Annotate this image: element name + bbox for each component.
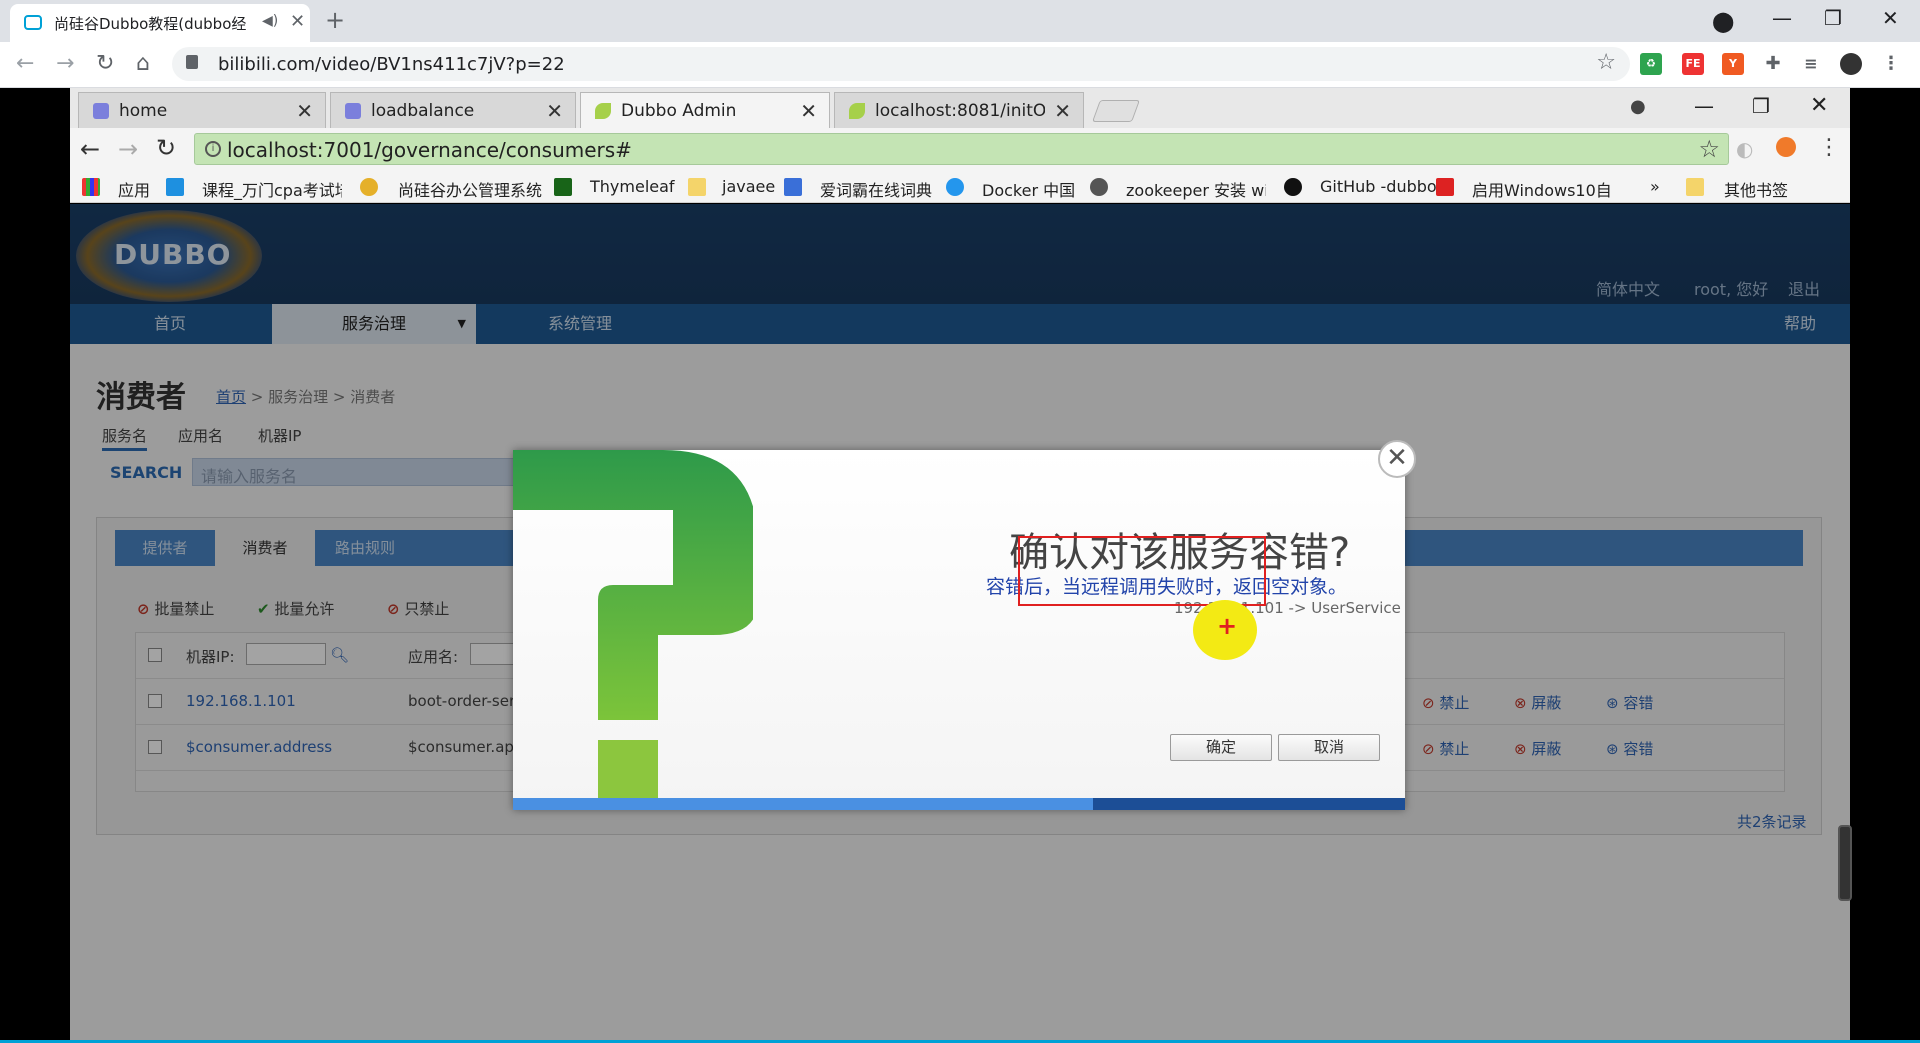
extension-recycle-icon[interactable]: ♻ bbox=[1640, 53, 1662, 75]
bookmarks-bar: 应用 课程_万门cpa考试培 尚硅谷办公管理系统 Thymeleaf javae… bbox=[70, 170, 1850, 203]
dialog-progress-fill bbox=[513, 798, 1093, 810]
bookmark-item[interactable]: 启用Windows10自 bbox=[1472, 177, 1612, 201]
folder-icon bbox=[1686, 178, 1704, 196]
extension-orange-icon[interactable] bbox=[1776, 137, 1796, 157]
bilibili-icon bbox=[24, 15, 42, 30]
inner-tab-label: loadbalance bbox=[371, 101, 475, 121]
cursor-highlight: + bbox=[1193, 600, 1257, 660]
extensions-puzzle-icon[interactable]: ✚ bbox=[1762, 53, 1784, 75]
tab-favicon-icon bbox=[345, 103, 361, 119]
audio-icon[interactable]: ◀) bbox=[262, 13, 278, 29]
dialog-close-button[interactable]: ✕ bbox=[1378, 440, 1416, 478]
forward-icon[interactable]: → bbox=[56, 51, 74, 76]
menu-kebab-icon[interactable]: ⋮ bbox=[1818, 135, 1840, 160]
inner-tab-loadbalance[interactable]: loadbalance ✕ bbox=[330, 92, 576, 128]
bookmark-favicon-icon bbox=[1090, 178, 1108, 196]
bookmark-favicon-icon bbox=[360, 178, 378, 196]
close-tab-icon[interactable]: ✕ bbox=[800, 99, 817, 123]
bookmark-item[interactable]: zookeeper 安装 wir bbox=[1126, 177, 1266, 201]
inner-tab-label: home bbox=[119, 101, 168, 121]
inner-tab-label: Dubbo Admin bbox=[621, 101, 737, 121]
inner-tab-dubbo-admin[interactable]: Dubbo Admin ✕ bbox=[580, 92, 830, 128]
reload-icon[interactable]: ↻ bbox=[96, 51, 114, 76]
bookmark-item[interactable]: Thymeleaf bbox=[590, 177, 675, 196]
bookmark-star-icon[interactable]: ☆ bbox=[1698, 135, 1720, 163]
github-icon bbox=[1284, 178, 1302, 196]
apps-grid-icon bbox=[82, 178, 100, 196]
outer-tab-bar: 尚硅谷Dubbo教程(dubbo经 ◀) ✕ + ⬤ — ❐ ✕ bbox=[0, 0, 1920, 42]
crosshair-icon: + bbox=[1217, 612, 1238, 640]
bookmark-favicon-icon bbox=[1436, 178, 1454, 196]
bookmark-favicon-icon bbox=[784, 178, 802, 196]
inner-minimize-button[interactable]: — bbox=[1694, 94, 1714, 118]
inner-tab-home[interactable]: home ✕ bbox=[78, 92, 326, 128]
inner-tab-label: localhost:8081/initOrde bbox=[875, 101, 1045, 121]
outer-toolbar: ← → ↻ ⌂ bilibili.com/video/BV1ns411c7jV?… bbox=[0, 42, 1920, 88]
outer-tab-active[interactable]: 尚硅谷Dubbo教程(dubbo经 ◀) ✕ bbox=[10, 4, 310, 42]
confirm-dialog: 确认对该服务容错? 容错后，当远程调用失败时，返回空对象。 192.168.1.… bbox=[513, 450, 1405, 810]
reading-list-icon[interactable]: ≡ bbox=[1800, 53, 1822, 75]
maximize-button[interactable]: ❐ bbox=[1824, 6, 1842, 30]
new-tab-button[interactable]: + bbox=[325, 6, 345, 34]
extension-gray-icon[interactable]: ◐ bbox=[1736, 137, 1753, 161]
bookmark-favicon-icon bbox=[554, 178, 572, 196]
outer-tab-title: 尚硅谷Dubbo教程(dubbo经 bbox=[54, 15, 247, 33]
extension-yd-icon[interactable]: Y bbox=[1722, 53, 1744, 75]
avatar[interactable] bbox=[1840, 53, 1862, 75]
annotation-highlight-box bbox=[1018, 536, 1266, 606]
question-mark-icon bbox=[513, 450, 753, 798]
lock-icon bbox=[186, 55, 198, 69]
bookmark-item[interactable]: javaee bbox=[722, 177, 775, 196]
cancel-button[interactable]: 取消 bbox=[1278, 734, 1380, 761]
close-window-button[interactable]: ✕ bbox=[1882, 6, 1899, 30]
menu-kebab-icon[interactable]: ⋮ bbox=[1880, 53, 1902, 75]
confirm-button[interactable]: 确定 bbox=[1170, 734, 1272, 761]
inner-close-window-button[interactable]: ✕ bbox=[1810, 93, 1828, 118]
outer-url: bilibili.com/video/BV1ns411c7jV?p=22 bbox=[218, 54, 565, 75]
back-icon[interactable]: ← bbox=[16, 51, 34, 76]
inner-new-tab-button[interactable] bbox=[1091, 100, 1141, 122]
folder-icon bbox=[688, 178, 706, 196]
close-tab-icon[interactable]: ✕ bbox=[1054, 99, 1071, 123]
close-tab-icon[interactable]: ✕ bbox=[296, 99, 313, 123]
bookmark-star-icon[interactable]: ☆ bbox=[1596, 50, 1616, 75]
forward-icon[interactable]: → bbox=[118, 135, 138, 163]
video-screen: home ✕ loadbalance ✕ Dubbo Admin ✕ local… bbox=[70, 88, 1850, 1043]
info-icon: i bbox=[205, 141, 221, 157]
bookmark-item[interactable]: 尚硅谷办公管理系统 bbox=[398, 177, 542, 201]
inner-toolbar: ← → ↻ i localhost:7001/governance/consum… bbox=[70, 128, 1850, 170]
volume-slider-handle[interactable] bbox=[1838, 825, 1852, 901]
account-icon[interactable]: ● bbox=[1630, 96, 1646, 117]
inner-url: localhost:7001/governance/consumers# bbox=[227, 138, 632, 162]
bookmark-item[interactable]: 课程_万门cpa考试培 bbox=[202, 177, 342, 201]
bookmark-item[interactable]: GitHub -dubbo bbox=[1320, 177, 1437, 196]
close-tab-icon[interactable]: ✕ bbox=[546, 99, 563, 123]
inner-tab-localhost-8081[interactable]: localhost:8081/initOrde ✕ bbox=[834, 92, 1084, 128]
outer-address-bar[interactable]: bilibili.com/video/BV1ns411c7jV?p=22 ☆ bbox=[172, 47, 1630, 81]
bookmark-item[interactable]: Docker 中国 bbox=[982, 177, 1075, 201]
back-icon[interactable]: ← bbox=[80, 135, 100, 163]
tab-favicon-icon bbox=[93, 103, 109, 119]
close-tab-icon[interactable]: ✕ bbox=[290, 11, 305, 32]
minimize-button[interactable]: — bbox=[1772, 6, 1792, 30]
dialog-progress-bar bbox=[513, 798, 1405, 810]
spring-leaf-icon bbox=[595, 103, 611, 119]
profile-dropdown-icon[interactable]: ⬤ bbox=[1712, 9, 1734, 33]
bookmark-item[interactable]: 其他书签 bbox=[1724, 177, 1788, 201]
bookmark-item[interactable]: 应用 bbox=[118, 177, 150, 201]
reload-icon[interactable]: ↻ bbox=[156, 134, 176, 162]
inner-address-bar[interactable]: i localhost:7001/governance/consumers# ☆ bbox=[194, 133, 1729, 165]
inner-tab-bar: home ✕ loadbalance ✕ Dubbo Admin ✕ local… bbox=[70, 88, 1850, 128]
bookmark-favicon-icon bbox=[166, 178, 184, 196]
extension-fe-icon[interactable]: FE bbox=[1682, 53, 1704, 75]
inner-maximize-button[interactable]: ❐ bbox=[1752, 94, 1770, 118]
docker-icon bbox=[946, 178, 964, 196]
bookmark-item[interactable]: 爱词霸在线词典 bbox=[820, 177, 932, 201]
spring-leaf-icon bbox=[849, 103, 865, 119]
home-icon[interactable]: ⌂ bbox=[136, 51, 150, 76]
bookmarks-overflow-chevron-icon[interactable]: » bbox=[1650, 177, 1660, 196]
